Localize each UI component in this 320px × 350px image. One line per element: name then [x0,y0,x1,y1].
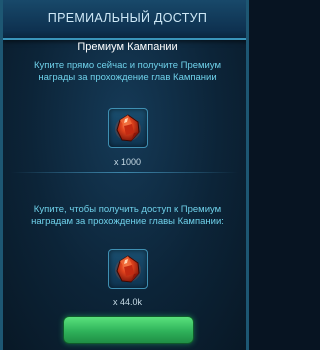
campaign-premium-subtitle: Премиум Кампании [77,41,178,53]
premium-access-dialog: ПРЕМИАЛЬНЫЙ ДОСТУП Премиум Кампании Купи… [0,0,249,350]
reward-quantity: x 1000 [113,157,142,167]
section-divider [11,172,238,173]
offer-description-chapter: Купите, чтобы получить доступ к Премиум … [31,204,224,227]
red-gem-icon [115,255,141,283]
buy-button[interactable] [63,316,194,344]
offer-description-immediate: Купите прямо сейчас и получите Премиум н… [33,60,222,83]
dialog-header: ПРЕМИАЛЬНЫЙ ДОСТУП [3,0,246,40]
reward-slot[interactable] [108,108,148,148]
dialog-title: ПРЕМИАЛЬНЫЙ ДОСТУП [47,11,208,25]
red-gem-icon [115,114,141,142]
reward-quantity: x 44.0k [112,297,143,307]
reward-slot[interactable] [108,249,148,289]
